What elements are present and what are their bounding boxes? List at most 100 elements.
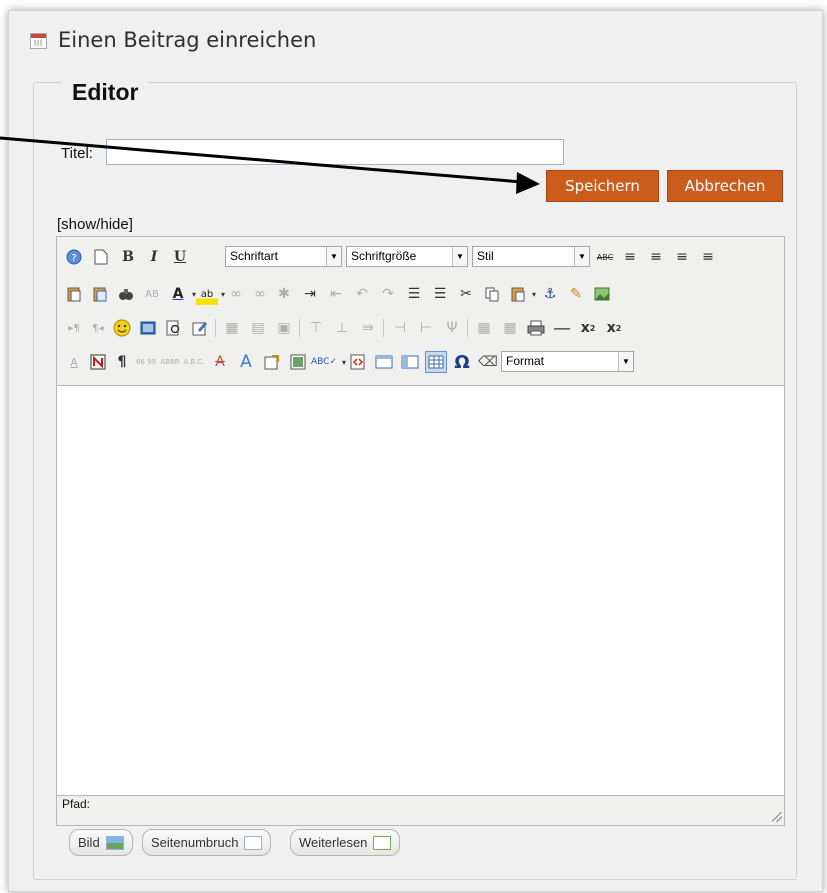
toolbar-row-2: AB A ▾ ab ▾ ∞ ∞ ✱ ⇥ ⇤ ↶ ↷ ☰ ☰ ✂ ▾ ⚓ ✎ — [63, 282, 778, 306]
layout-one-column-icon[interactable] — [373, 351, 395, 373]
format-value: Format — [506, 354, 545, 368]
toolbar-separator — [299, 319, 300, 337]
path-label: Pfad: — [62, 797, 91, 811]
format-select[interactable]: Format ▼ — [501, 351, 634, 372]
find-icon[interactable] — [115, 283, 137, 305]
cut-icon[interactable]: ✂ — [455, 283, 477, 305]
spellcheck-icon[interactable]: ABC✓ — [311, 351, 337, 373]
preview-icon[interactable] — [163, 317, 185, 339]
col-before-icon[interactable]: ⊣ — [389, 317, 411, 339]
media-icon[interactable] — [137, 317, 159, 339]
toolbar-separator — [467, 319, 468, 337]
ordered-list-icon[interactable]: ☰ — [403, 283, 425, 305]
pagebreak-button[interactable]: Seitenumbruch — [142, 829, 272, 856]
table-insert-icon[interactable]: ▦ — [221, 317, 243, 339]
paste-text-icon[interactable] — [63, 283, 85, 305]
subscript-icon[interactable]: x2 — [577, 317, 599, 339]
toolbar-row-4: A ¶ 66 99 ABBR A.B.C. A A ABC✓ ▾ Ω ⌫ For… — [63, 350, 778, 374]
cell-props-icon[interactable]: ▣ — [273, 317, 295, 339]
styleprops-icon[interactable]: A — [63, 351, 85, 373]
eraser-icon[interactable]: ⌫ — [477, 351, 499, 373]
show-hide-toggle[interactable]: [show/hide] — [57, 216, 133, 233]
readmore-button[interactable]: Weiterlesen — [290, 829, 401, 856]
bullet-list-icon[interactable]: ☰ — [429, 283, 451, 305]
title-input[interactable] — [106, 139, 564, 165]
new-document-icon[interactable] — [90, 246, 112, 268]
table-icon[interactable] — [425, 351, 447, 373]
merge-cells-icon[interactable]: ▦ — [499, 317, 521, 339]
link-icon[interactable]: ∞ — [225, 283, 247, 305]
paste-word-icon[interactable] — [89, 283, 111, 305]
align-right-icon[interactable]: ≡ — [697, 246, 719, 268]
chevron-down-icon: ▼ — [618, 352, 633, 371]
delete-col-icon[interactable]: Ψ — [441, 317, 463, 339]
cleanup-brush-icon[interactable]: ✎ — [565, 283, 587, 305]
font-family-value: Schriftart — [230, 249, 279, 263]
replace-icon[interactable]: AB — [141, 283, 163, 305]
outdent-icon[interactable]: ⇤ — [325, 283, 347, 305]
abbr-icon[interactable]: ABBR — [159, 351, 181, 373]
rich-text-editor: ? B I U Schriftart ▼ Schriftgröße ▼ Stil… — [56, 236, 785, 826]
table-props-icon[interactable]: ▤ — [247, 317, 269, 339]
anchor-icon[interactable]: ⚓ — [539, 283, 561, 305]
readmore-button-label: Weiterlesen — [299, 835, 368, 850]
delete-row-icon[interactable]: ⇛ — [357, 317, 379, 339]
editor-content-area[interactable] — [57, 385, 784, 796]
attributes-icon[interactable] — [261, 351, 283, 373]
ltr-icon[interactable]: ▸¶ — [63, 317, 85, 339]
horizontal-rule-icon[interactable]: — — [551, 317, 573, 339]
cleanup-icon[interactable]: ✱ — [273, 283, 295, 305]
image-button[interactable]: Bild — [69, 829, 133, 856]
style-value: Stil — [477, 249, 494, 263]
cancel-button[interactable]: Abbrechen — [667, 170, 783, 202]
picture-icon — [105, 835, 124, 850]
superscript-icon[interactable]: x2 — [603, 317, 625, 339]
page-title: Einen Beitrag einreichen — [58, 28, 317, 52]
underline-icon[interactable]: U — [169, 246, 191, 268]
delete-text-icon[interactable]: A — [209, 351, 231, 373]
chevron-down-icon: ▼ — [326, 247, 341, 266]
indent-icon[interactable]: ⇥ — [299, 283, 321, 305]
style-select[interactable]: Stil ▼ — [472, 246, 590, 267]
unlink-icon[interactable]: ∞ — [249, 283, 271, 305]
html-source-icon[interactable] — [347, 351, 369, 373]
redo-icon[interactable]: ↷ — [377, 283, 399, 305]
title-label: Titel: — [61, 145, 93, 162]
help-icon[interactable]: ? — [63, 246, 85, 268]
undo-icon[interactable]: ↶ — [351, 283, 373, 305]
rtl-icon[interactable]: ¶◂ — [87, 317, 109, 339]
font-size-value: Schriftgröße — [351, 249, 417, 263]
italic-icon[interactable]: I — [143, 246, 165, 268]
align-justify-icon[interactable]: ≡ — [619, 246, 641, 268]
calendar-icon — [30, 33, 47, 49]
chevron-down-icon: ▼ — [452, 247, 467, 266]
align-left-icon[interactable]: ≡ — [671, 246, 693, 268]
acronym-icon[interactable]: A.B.C. — [183, 351, 205, 373]
image-icon[interactable] — [591, 283, 613, 305]
row-after-icon[interactable]: ⊥ — [331, 317, 353, 339]
font-family-select[interactable]: Schriftart ▼ — [225, 246, 342, 267]
copy-icon[interactable] — [481, 283, 503, 305]
edit-document-icon[interactable] — [189, 317, 211, 339]
save-button[interactable]: Speichern — [546, 170, 659, 202]
nonbreaking-icon[interactable] — [87, 351, 109, 373]
col-after-icon[interactable]: ⊢ — [415, 317, 437, 339]
fieldset-legend: Editor — [62, 79, 149, 106]
font-size-select[interactable]: Schriftgröße ▼ — [346, 246, 468, 267]
strikethrough-icon[interactable]: ABC — [594, 246, 616, 268]
toolbar-separator — [383, 319, 384, 337]
layout-two-column-icon[interactable] — [399, 351, 421, 373]
split-cells-icon[interactable]: ▦ — [473, 317, 495, 339]
row-before-icon[interactable]: ⊤ — [305, 317, 327, 339]
align-center-icon[interactable]: ≡ — [645, 246, 667, 268]
paragraph-icon[interactable]: ¶ — [111, 351, 133, 373]
cite-icon[interactable]: 66 99 — [135, 351, 157, 373]
resize-grip-icon[interactable] — [772, 812, 782, 822]
insert-image-icon[interactable] — [287, 351, 309, 373]
special-char-icon[interactable]: Ω — [451, 351, 473, 373]
bold-icon[interactable]: B — [117, 246, 139, 268]
print-icon[interactable] — [525, 317, 547, 339]
svg-text:?: ? — [71, 253, 76, 264]
insert-text-icon[interactable]: A — [235, 351, 257, 373]
emoticon-icon[interactable] — [111, 317, 133, 339]
